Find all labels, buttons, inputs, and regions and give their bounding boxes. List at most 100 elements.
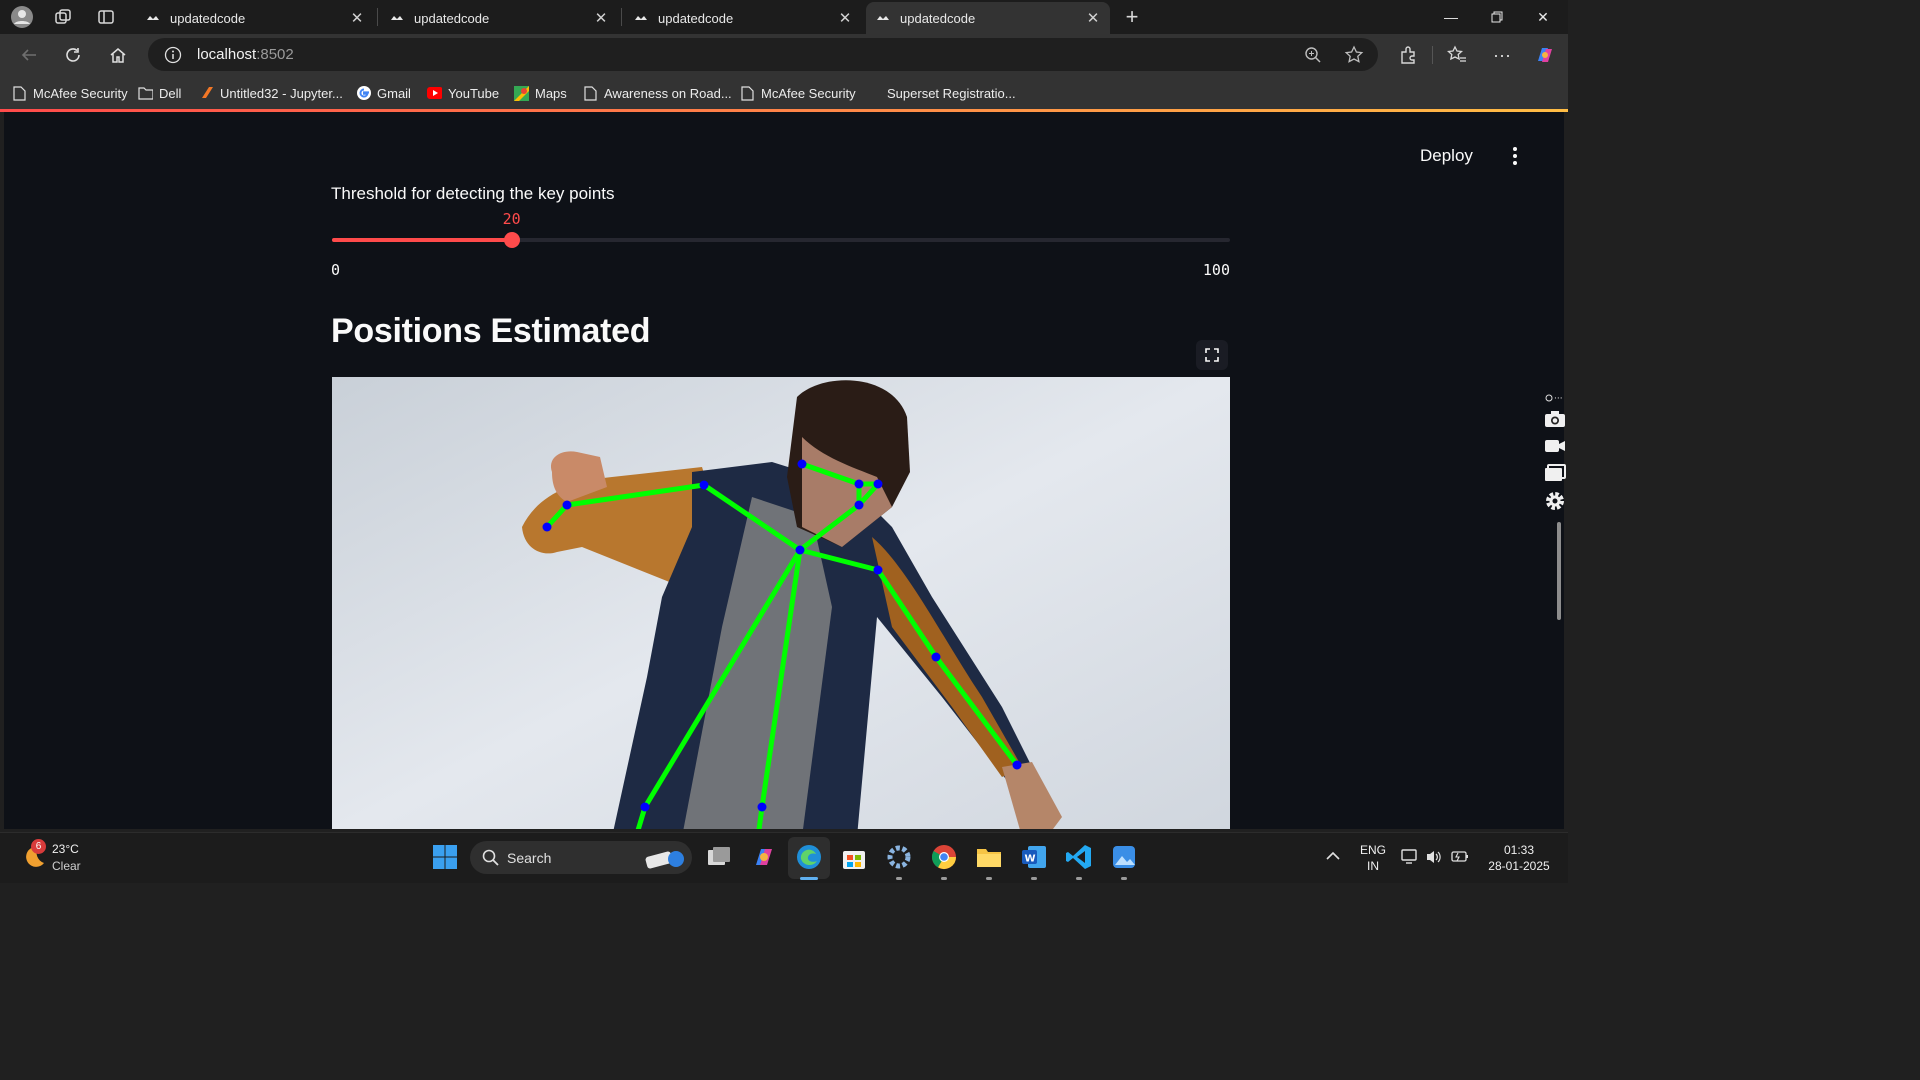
browser-tab[interactable]: updatedcode ✕ <box>136 2 374 34</box>
bookmark-item[interactable]: YouTube <box>427 83 499 103</box>
home-icon[interactable] <box>105 42 131 68</box>
pose-estimation-image <box>332 377 1230 829</box>
copilot-icon[interactable] <box>1532 42 1558 68</box>
bookmark-item[interactable]: Awareness on Road... <box>583 83 732 103</box>
close-tab-icon[interactable]: ✕ <box>1086 9 1100 27</box>
vscode-icon[interactable] <box>1065 843 1093 871</box>
tab-title: updatedcode <box>170 10 246 26</box>
volume-icon[interactable] <box>1426 849 1442 865</box>
browser-tab[interactable]: updatedcode ✕ <box>624 2 862 34</box>
streamlit-favicon-icon <box>635 16 647 20</box>
tab-title: updatedcode <box>900 10 976 26</box>
jupyter-icon <box>199 86 214 101</box>
section-title: Positions Estimated <box>331 312 651 350</box>
battery-icon[interactable] <box>1451 850 1469 864</box>
vertical-tabs-icon[interactable] <box>94 5 118 29</box>
copilot-taskbar-icon[interactable] <box>750 843 778 871</box>
streamlit-app: Deploy Threshold for detecting the key p… <box>4 112 1564 829</box>
favorites-icon[interactable] <box>1444 42 1470 68</box>
clock-time[interactable]: 01:33 <box>1484 843 1554 857</box>
bookmark-label: Maps <box>535 85 567 101</box>
page-scrollbar[interactable] <box>1557 522 1561 620</box>
profile-avatar-icon[interactable] <box>10 5 34 29</box>
network-icon[interactable] <box>1401 849 1419 865</box>
show-hidden-icons-icon[interactable] <box>1326 851 1340 861</box>
clock-date[interactable]: 28-01-2025 <box>1480 859 1558 873</box>
address-bar[interactable]: localhost:8502 <box>148 38 1378 71</box>
language-indicator[interactable]: ENG <box>1356 843 1390 857</box>
chrome-icon[interactable] <box>930 843 958 871</box>
word-icon[interactable]: W <box>1020 843 1048 871</box>
bookmark-item[interactable]: Superset Registratio... <box>866 83 1016 103</box>
bookmark-item[interactable]: Maps <box>514 83 567 103</box>
maps-icon <box>514 85 529 101</box>
page-icon <box>12 85 27 101</box>
threshold-slider[interactable] <box>332 232 1230 248</box>
tab-strip: updatedcode ✕ updatedcode ✕ updatedcode … <box>0 0 1568 34</box>
folder-icon <box>138 86 153 101</box>
task-view-icon[interactable] <box>705 843 733 871</box>
search-highlight-icon <box>645 851 684 869</box>
back-icon[interactable] <box>16 42 42 68</box>
bookmark-item[interactable]: McAfee Security <box>12 83 128 103</box>
edge-browser-icon[interactable] <box>795 843 823 871</box>
deploy-button[interactable]: Deploy <box>1420 146 1473 166</box>
page-icon <box>583 85 598 101</box>
restore-icon[interactable] <box>1474 0 1520 34</box>
streamlit-favicon-icon <box>391 16 403 20</box>
new-tab-icon[interactable]: + <box>1120 4 1144 29</box>
store-icon[interactable] <box>840 843 868 871</box>
streamlit-favicon-icon <box>147 16 159 20</box>
slider-fill <box>332 238 512 242</box>
camera-icon[interactable] <box>1544 410 1566 428</box>
photos-icon[interactable] <box>1110 843 1138 871</box>
browser-tab[interactable]: updatedcode ✕ <box>380 2 618 34</box>
settings-icon[interactable] <box>885 843 913 871</box>
more-options-icon[interactable]: ··· <box>1489 42 1515 68</box>
weather-condition: Clear <box>52 859 81 873</box>
search-label: Search <box>507 850 552 866</box>
svg-text:···: ··· <box>1554 394 1563 404</box>
favorite-star-icon[interactable] <box>1344 45 1364 65</box>
settings-gear-icon[interactable] <box>1544 490 1566 512</box>
bookmarks-bar: McAfee Security Dell Untitled32 - Jupyte… <box>0 76 1568 109</box>
minimize-icon[interactable]: — <box>1428 0 1474 34</box>
region-indicator[interactable]: IN <box>1356 859 1390 873</box>
bookmark-item[interactable]: McAfee Security <box>740 83 856 103</box>
bookmark-label: Untitled32 - Jupyter... <box>220 85 343 101</box>
extensions-icon[interactable] <box>1395 42 1421 68</box>
bookmark-item[interactable]: Untitled32 - Jupyter... <box>199 83 343 103</box>
bookmark-label: Gmail <box>377 85 411 101</box>
close-tab-icon[interactable]: ✕ <box>594 9 608 27</box>
site-info-icon[interactable] <box>164 46 182 64</box>
streamlit-favicon-icon <box>877 16 889 20</box>
bookmark-item[interactable]: Dell <box>138 83 181 103</box>
slider-value: 20 <box>502 210 521 228</box>
close-tab-icon[interactable]: ✕ <box>838 9 852 27</box>
bookmark-label: Dell <box>159 85 182 101</box>
close-tab-icon[interactable]: ✕ <box>350 9 364 27</box>
video-camera-icon[interactable] <box>1544 438 1566 454</box>
main-menu-icon[interactable] <box>1508 146 1522 166</box>
windows-taskbar: 6 23°C Clear Search W ENG IN 01:33 28-01… <box>0 832 1568 883</box>
workspaces-icon[interactable] <box>51 5 75 29</box>
pin-more-icon[interactable]: ··· <box>1544 392 1566 404</box>
bookmark-label: McAfee Security <box>33 85 128 101</box>
google-icon <box>356 86 371 101</box>
browser-tab-active[interactable]: updatedcode ✕ <box>866 2 1110 34</box>
windows-start-icon[interactable] <box>431 843 459 871</box>
fullscreen-button[interactable] <box>1196 340 1228 370</box>
file-explorer-icon[interactable] <box>975 843 1003 871</box>
window-capture-icon[interactable] <box>1544 464 1566 482</box>
close-window-icon[interactable]: ✕ <box>1520 0 1566 34</box>
refresh-icon[interactable] <box>60 42 86 68</box>
taskbar-search[interactable]: Search <box>470 841 692 874</box>
slider-thumb[interactable] <box>503 232 520 248</box>
fullscreen-icon <box>1205 348 1219 362</box>
zoom-icon[interactable] <box>1304 46 1322 64</box>
url-text[interactable]: localhost:8502 <box>197 46 294 63</box>
navigation-bar: localhost:8502 ··· <box>0 34 1568 76</box>
tab-title: updatedcode <box>414 10 490 26</box>
tab-title: updatedcode <box>658 10 734 26</box>
bookmark-item[interactable]: Gmail <box>356 83 411 103</box>
